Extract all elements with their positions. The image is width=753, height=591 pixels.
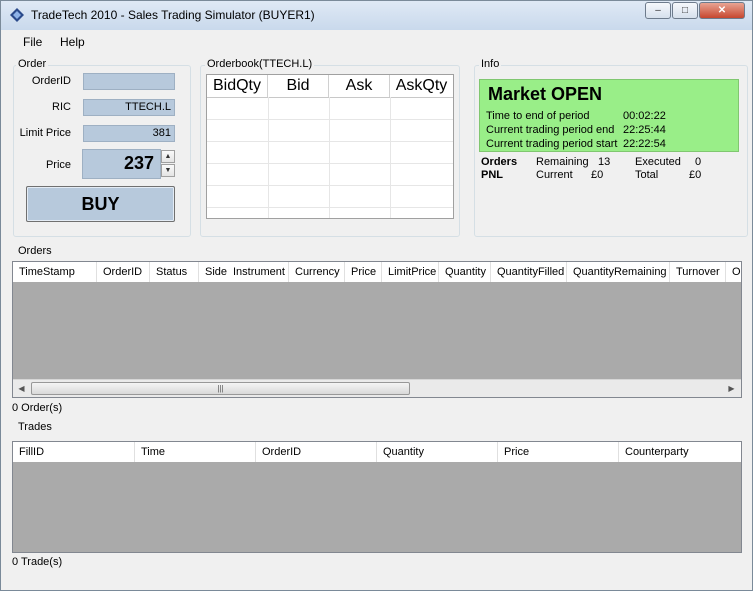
- period-start-value: 22:22:54: [623, 138, 666, 150]
- trades-col-price[interactable]: Price: [498, 442, 619, 462]
- pnl-stat-label: PNL: [481, 169, 503, 181]
- market-status: Market OPEN: [488, 84, 603, 104]
- window-title: TradeTech 2010 - Sales Trading Simulator…: [31, 8, 315, 22]
- pnl-total-value: £0: [689, 169, 702, 181]
- trades-section-label: Trades: [18, 421, 52, 433]
- orderbook-col-bidqty[interactable]: BidQty: [207, 75, 268, 97]
- app-icon: [10, 8, 24, 22]
- buy-button[interactable]: BUY: [26, 186, 175, 222]
- trades-col-quantity[interactable]: Quantity: [377, 442, 498, 462]
- price-stepper-field[interactable]: 237: [82, 149, 161, 179]
- pnl-current-label: Current: [536, 169, 573, 181]
- remaining-value: 13: [598, 156, 611, 168]
- limit-price-label: Limit Price: [19, 127, 71, 139]
- trades-table[interactable]: FillID Time OrderID Quantity Price Count…: [12, 441, 742, 553]
- orders-count: 0 Order(s): [12, 402, 63, 414]
- period-end-label: Current trading period end: [486, 124, 615, 136]
- orders-stat-label: Orders: [481, 156, 518, 168]
- ric-label: RIC: [52, 101, 71, 113]
- orderbook-col-askqty[interactable]: AskQty: [390, 75, 453, 97]
- orderbook-row-line: [207, 141, 453, 142]
- executed-label: Executed: [635, 156, 681, 168]
- scroll-right-arrow-icon[interactable]: ▶: [723, 380, 740, 397]
- orders-col-turnover[interactable]: Turnover: [670, 262, 726, 282]
- orders-col-limitprice[interactable]: LimitPrice: [382, 262, 439, 282]
- pnl-current-value: £0: [591, 169, 604, 181]
- order-group-label: Order: [16, 58, 49, 70]
- orders-col-quantityfilled[interactable]: QuantityFilled: [491, 262, 567, 282]
- menu-help[interactable]: Help: [60, 35, 85, 49]
- period-end-value: 22:25:44: [623, 124, 666, 136]
- title-bar[interactable]: TradeTech 2010 - Sales Trading Simulator…: [1, 1, 752, 30]
- ric-field[interactable]: TTECH.L: [83, 99, 175, 116]
- trades-count: 0 Trade(s): [12, 556, 63, 568]
- scrollbar-thumb[interactable]: |||: [31, 382, 410, 395]
- market-status-panel: Market OPEN Time to end of period 00:02:…: [479, 79, 739, 152]
- orderbook-col-line: [268, 97, 269, 218]
- trades-col-counterparty[interactable]: Counterparty: [619, 442, 741, 462]
- price-down-arrow-icon[interactable]: ▼: [161, 164, 175, 177]
- app-window: TradeTech 2010 - Sales Trading Simulator…: [0, 0, 753, 591]
- orders-section-label: Orders: [18, 245, 52, 257]
- orderbook-col-bid[interactable]: Bid: [268, 75, 329, 97]
- orders-col-price[interactable]: Price: [345, 262, 382, 282]
- orderbook-group-label: Orderbook(TTECH.L): [205, 58, 315, 70]
- orderbook-col-line: [390, 97, 391, 218]
- limit-price-field[interactable]: 381: [83, 125, 175, 142]
- orders-col-timestamp[interactable]: TimeStamp: [13, 262, 97, 282]
- orderbook-row-line: [207, 185, 453, 186]
- orders-col-quantityremaining[interactable]: QuantityRemaining: [567, 262, 670, 282]
- menu-file[interactable]: File: [23, 35, 42, 49]
- price-label: Price: [45, 159, 71, 171]
- order-id-label: OrderID: [31, 75, 71, 87]
- orders-table[interactable]: TimeStamp OrderID Status Side Instrument…: [12, 261, 742, 398]
- orders-col-currency[interactable]: Currency: [289, 262, 345, 282]
- close-button[interactable]: ✕: [699, 2, 745, 19]
- orders-col-orderid[interactable]: OrderID: [97, 262, 150, 282]
- order-id-field[interactable]: [83, 73, 175, 90]
- orderbook-col-ask[interactable]: Ask: [329, 75, 390, 97]
- trades-col-fillid[interactable]: FillID: [13, 442, 135, 462]
- orders-col-status[interactable]: Status: [150, 262, 199, 282]
- price-up-arrow-icon[interactable]: ▲: [161, 150, 175, 163]
- orders-horizontal-scrollbar[interactable]: ◀ ||| ▶: [13, 379, 741, 397]
- orderbook-grid[interactable]: BidQty Bid Ask AskQty: [206, 74, 454, 219]
- trades-col-orderid[interactable]: OrderID: [256, 442, 377, 462]
- menu-bar: File Help: [1, 31, 752, 53]
- time-to-end-value: 00:02:22: [623, 110, 666, 122]
- trades-col-time[interactable]: Time: [135, 442, 256, 462]
- info-group-label: Info: [479, 58, 502, 70]
- pnl-total-label: Total: [635, 169, 659, 181]
- orderbook-row-line: [207, 207, 453, 208]
- remaining-label: Remaining: [536, 156, 589, 168]
- time-to-end-label: Time to end of period: [486, 110, 590, 122]
- orders-col-quantity[interactable]: Quantity: [439, 262, 491, 282]
- scroll-left-arrow-icon[interactable]: ◀: [13, 380, 30, 397]
- orderbook-header-divider: [207, 97, 453, 98]
- orderbook-col-line: [329, 97, 330, 218]
- orders-col-overflow[interactable]: Or: [726, 262, 741, 282]
- executed-value: 0: [695, 156, 702, 168]
- orderbook-row-line: [207, 163, 453, 164]
- maximize-button[interactable]: □: [672, 2, 698, 19]
- orderbook-row-line: [207, 119, 453, 120]
- orders-col-instrument[interactable]: Instrument: [227, 262, 289, 282]
- minimize-button[interactable]: –: [645, 2, 671, 19]
- period-start-label: Current trading period start: [486, 138, 618, 150]
